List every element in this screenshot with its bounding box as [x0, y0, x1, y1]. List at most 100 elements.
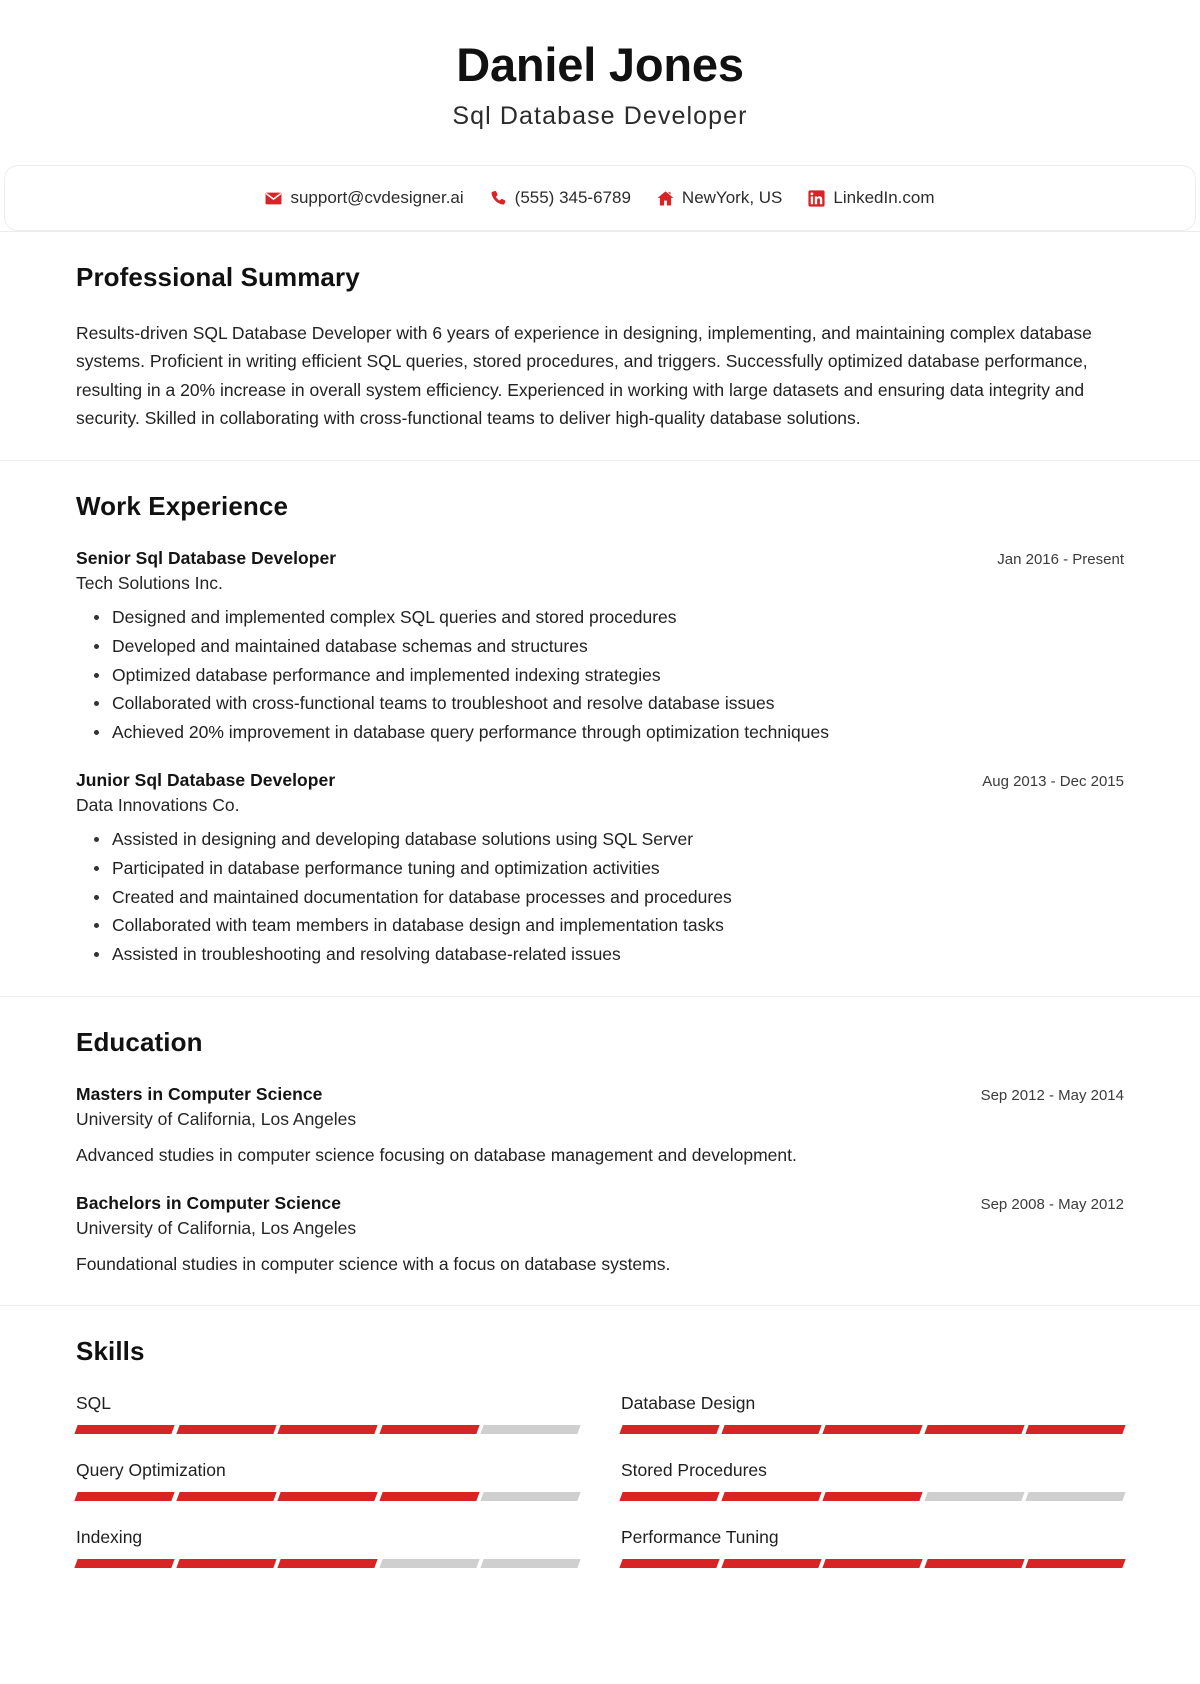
page-title: Daniel Jones — [456, 38, 744, 91]
skills-grid: SQL Database Design Query Optimization Stor… — [74, 1392, 1126, 1568]
company-name: Tech Solutions Inc. — [76, 573, 223, 594]
entry-header: Junior Sql Database Developer Aug 2013 - … — [76, 770, 1124, 791]
education-entry: Masters in Computer Science Sep 2012 - Ma… — [76, 1084, 1124, 1168]
education-date-range: Sep 2012 - May 2014 — [980, 1087, 1124, 1105]
skill-level-bar — [74, 1558, 581, 1568]
phone-icon — [490, 190, 507, 207]
skill-segment — [74, 1424, 175, 1434]
skill-segment — [277, 1558, 378, 1568]
skill-label: Query Optimization — [76, 1459, 226, 1480]
education-description: Advanced studies in computer science foc… — [76, 1145, 797, 1166]
skill-segment — [277, 1424, 378, 1434]
skill-segment — [480, 1424, 581, 1434]
skill-segment — [74, 1491, 175, 1501]
skill-level-bar — [619, 1558, 1126, 1568]
contact-item-email[interactable]: support@cvdesigner.ai — [252, 188, 476, 208]
skill-segment — [1025, 1424, 1126, 1434]
section-work-experience: Work Experience Senior Sql Database Deve… — [0, 460, 1200, 996]
education-entry-list: Masters in Computer Science Sep 2012 - Ma… — [76, 1084, 1124, 1277]
email-icon — [265, 190, 282, 207]
skill-level-bar — [74, 1424, 581, 1434]
contact-bar: support@cvdesigner.ai (555) 345-6789 NewYo… — [4, 165, 1196, 232]
skill-level-bar — [619, 1424, 1126, 1434]
skill-segment — [720, 1491, 821, 1501]
skill-segment — [720, 1424, 821, 1434]
section-education: Education Masters in Computer Science Sep… — [0, 996, 1200, 1305]
resume-header: Daniel Jones Sql Database Developer — [0, 0, 1200, 165]
skill-segment — [277, 1491, 378, 1501]
skill-item: Query Optimization — [74, 1459, 581, 1501]
skill-label: SQL — [76, 1392, 112, 1413]
list-item: Assisted in troubleshooting and resolvin… — [94, 940, 1124, 969]
skill-item: Indexing — [74, 1526, 581, 1568]
school-name: University of California, Los Angeles — [76, 1109, 357, 1130]
skill-segment — [175, 1491, 276, 1501]
degree-title: Bachelors in Computer Science — [76, 1192, 342, 1213]
skill-item: Database Design — [619, 1393, 1126, 1434]
list-item: Achieved 20% improvement in database que… — [94, 718, 1124, 747]
skill-segment — [619, 1558, 720, 1568]
skill-segment — [1025, 1491, 1126, 1501]
skill-segment — [480, 1491, 581, 1501]
job-date-range: Jan 2016 - Present — [997, 551, 1124, 569]
work-entry: Senior Sql Database Developer Jan 2016 - … — [76, 548, 1124, 746]
work-entry-list: Senior Sql Database Developer Jan 2016 - … — [76, 548, 1124, 968]
contact-label: LinkedIn.com — [833, 188, 935, 208]
skill-item: SQL — [74, 1392, 581, 1434]
entry-header: Senior Sql Database Developer Jan 2016 - … — [76, 548, 1124, 569]
skill-item: Performance Tuning — [619, 1527, 1126, 1568]
education-date-range: Sep 2008 - May 2012 — [980, 1195, 1124, 1213]
section-heading: Skills — [76, 1335, 145, 1366]
section-heading: Work Experience — [76, 491, 289, 522]
skill-segment — [720, 1558, 821, 1568]
section-skills: Skills SQL Database Design Query Optimizat… — [0, 1304, 1200, 1596]
list-item: Created and maintained documentation for… — [94, 883, 1124, 912]
skill-segment — [822, 1491, 923, 1501]
summary-text: Results-driven SQL Database Developer wi… — [76, 323, 1092, 429]
job-role: Junior Sql Database Developer — [76, 770, 336, 791]
skill-segment — [74, 1558, 175, 1568]
contact-label: NewYork, US — [681, 188, 783, 208]
skill-segment — [379, 1491, 480, 1501]
skill-segment — [822, 1424, 923, 1434]
skill-level-bar — [619, 1491, 1126, 1501]
skill-item: Stored Procedures — [619, 1459, 1126, 1501]
contact-item-phone[interactable]: (555) 345-6789 — [477, 188, 644, 208]
section-professional-summary: Professional Summary Results-driven SQL … — [0, 231, 1200, 460]
skill-segment — [379, 1558, 480, 1568]
skill-segment — [1025, 1558, 1126, 1568]
skill-segment — [619, 1424, 720, 1434]
degree-title: Masters in Computer Science — [76, 1084, 323, 1105]
skill-segment — [480, 1558, 581, 1568]
contact-item-linkedin[interactable]: LinkedIn.com — [795, 188, 947, 208]
company-name: Data Innovations Co. — [76, 795, 240, 816]
home-icon — [657, 190, 674, 207]
skill-level-bar — [74, 1491, 581, 1501]
list-item: Designed and implemented complex SQL que… — [94, 603, 1124, 632]
section-heading: Education — [76, 1027, 203, 1058]
list-item: Developed and maintained database schema… — [94, 632, 1124, 661]
education-entry: Bachelors in Computer Science Sep 2008 - … — [76, 1193, 1124, 1277]
skill-segment — [175, 1424, 276, 1434]
list-item: Assisted in designing and developing dat… — [94, 825, 1124, 854]
list-item: Collaborated with cross-functional teams… — [94, 689, 1124, 718]
linkedin-icon — [808, 189, 825, 207]
contact-item-home[interactable]: NewYork, US — [644, 188, 795, 208]
skill-label: Indexing — [76, 1526, 143, 1547]
list-item: Optimized database performance and imple… — [94, 661, 1124, 690]
section-heading: Professional Summary — [76, 262, 360, 293]
responsibility-list: Designed and implemented complex SQL que… — [76, 603, 1124, 746]
skill-segment — [822, 1558, 923, 1568]
skill-segment — [924, 1424, 1025, 1434]
responsibility-list: Assisted in designing and developing dat… — [76, 825, 1124, 968]
skill-segment — [175, 1558, 276, 1568]
job-date-range: Aug 2013 - Dec 2015 — [982, 773, 1124, 791]
list-item: Collaborated with team members in databa… — [94, 911, 1124, 940]
work-entry: Junior Sql Database Developer Aug 2013 - … — [76, 770, 1124, 968]
job-role: Senior Sql Database Developer — [76, 548, 337, 569]
school-name: University of California, Los Angeles — [76, 1217, 357, 1238]
skill-label: Stored Procedures — [621, 1459, 767, 1480]
resume-page: Daniel Jones Sql Database Developer supp… — [0, 0, 1200, 1684]
contact-label: support@cvdesigner.ai — [290, 188, 464, 208]
entry-header: Masters in Computer Science Sep 2012 - Ma… — [76, 1084, 1124, 1105]
